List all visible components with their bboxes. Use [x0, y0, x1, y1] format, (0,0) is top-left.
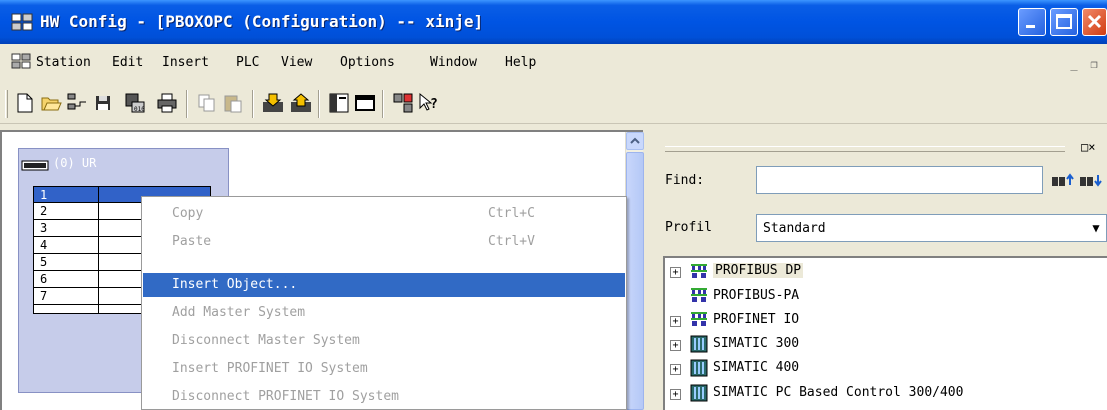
toolbar-separator	[318, 90, 320, 118]
chevron-up-icon	[630, 137, 640, 144]
catalog-tree: + PROFIBUS DP PROFIBUS-PA + PROFINET IO …	[663, 256, 1107, 410]
toolbar-grip[interactable]	[5, 90, 8, 118]
catalog-icon[interactable]	[328, 92, 350, 114]
menu-options[interactable]: Options	[340, 55, 395, 70]
simatic-icon	[690, 384, 708, 402]
svg-text:010: 010	[134, 106, 145, 113]
profil-label: Profil	[665, 220, 712, 235]
chevron-down-icon[interactable]: ▼	[1086, 215, 1106, 241]
menu-insert[interactable]: Insert	[162, 55, 209, 70]
netpro-icon[interactable]	[392, 92, 414, 114]
profibus-icon	[691, 288, 707, 302]
title-bar[interactable]: HW Config - [PBOXOPC (Configuration) -- …	[0, 0, 1107, 44]
profil-select[interactable]: Standard ▼	[756, 214, 1107, 242]
context-menu: Copy Ctrl+C Paste Ctrl+V Insert Object..…	[141, 196, 627, 410]
context-menu-disconnect-profinet-io-system[interactable]: Disconnect PROFINET IO System	[143, 385, 625, 409]
close-button[interactable]	[1082, 8, 1107, 36]
new-icon[interactable]	[14, 92, 36, 114]
context-menu-insert-profinet-io-system[interactable]: Insert PROFINET IO System	[143, 357, 625, 381]
station-vertical-scrollbar[interactable]	[625, 132, 644, 410]
menu-window[interactable]: Window	[430, 55, 477, 70]
mdi-restore-button[interactable]: ❐	[1085, 57, 1103, 73]
minimize-icon	[1026, 25, 1035, 28]
compile-icon[interactable]: 010	[124, 92, 146, 114]
menu-plc[interactable]: PLC	[236, 55, 259, 70]
context-menu-add-master-system[interactable]: Add Master System	[143, 301, 625, 325]
document-icon[interactable]	[11, 53, 31, 69]
expand-icon[interactable]: +	[670, 340, 681, 351]
save-icon[interactable]	[92, 92, 114, 114]
menu-view[interactable]: View	[281, 55, 312, 70]
toolbar-separator	[186, 90, 188, 118]
find-up-icon	[1052, 173, 1074, 186]
find-down-icon	[1080, 175, 1102, 187]
context-menu-insert-object[interactable]: Insert Object...	[143, 273, 625, 297]
svg-text:?: ?	[430, 97, 438, 112]
catalog-panel-grip[interactable]	[665, 146, 1065, 152]
simatic-icon	[690, 359, 708, 377]
maximize-button[interactable]	[1050, 8, 1078, 36]
help-icon[interactable]: ?	[418, 92, 440, 114]
copy-icon[interactable]	[196, 92, 218, 114]
close-icon	[1087, 14, 1102, 29]
tree-item-simatic-400[interactable]: SIMATIC 400	[713, 360, 799, 375]
context-menu-copy[interactable]: Copy Ctrl+C	[143, 202, 625, 226]
rack-title: (0) UR	[53, 156, 97, 170]
tree-item-profibus-pa[interactable]: PROFIBUS-PA	[713, 288, 799, 303]
find-input[interactable]	[756, 166, 1043, 194]
minimize-button[interactable]	[1018, 8, 1046, 36]
window-title: HW Config - [PBOXOPC (Configuration) -- …	[40, 12, 484, 31]
paste-icon[interactable]	[222, 92, 244, 114]
expand-icon[interactable]: +	[670, 267, 681, 278]
network-icon[interactable]	[66, 92, 88, 114]
print-icon[interactable]	[156, 92, 178, 114]
tree-item-simatic-pc-based-control[interactable]: SIMATIC PC Based Control 300/400	[713, 385, 963, 400]
expand-icon[interactable]: +	[670, 389, 681, 400]
find-buttons[interactable]	[1048, 171, 1107, 191]
scroll-up-button[interactable]	[626, 132, 644, 150]
open-icon[interactable]	[40, 92, 62, 114]
maximize-icon	[1056, 14, 1072, 29]
scroll-thumb[interactable]	[626, 152, 644, 410]
upload-icon[interactable]	[290, 92, 312, 114]
simatic-icon	[690, 335, 708, 353]
menu-station[interactable]: Station	[36, 55, 91, 70]
expand-icon[interactable]: +	[670, 316, 681, 327]
context-menu-disconnect-master-system[interactable]: Disconnect Master System	[143, 329, 625, 353]
rack-icon	[21, 160, 49, 171]
menu-bar: Station Edit Insert PLC View Options Win…	[0, 44, 1107, 84]
toolbar-separator	[252, 90, 254, 118]
context-menu-paste[interactable]: Paste Ctrl+V	[143, 230, 625, 254]
catalog-panel-buttons[interactable]: □×	[1081, 140, 1095, 154]
tree-item-profinet-io[interactable]: PROFINET IO	[713, 312, 799, 327]
menu-help[interactable]: Help	[505, 55, 536, 70]
toolbar-separator	[382, 90, 384, 118]
profinet-icon	[691, 312, 707, 326]
hw-config-app-icon	[11, 13, 33, 31]
mdi-minimize-button[interactable]: _	[1065, 57, 1083, 73]
monitor-icon[interactable]	[354, 92, 376, 114]
expand-icon[interactable]: +	[670, 364, 681, 375]
find-label: Find:	[665, 173, 705, 188]
tree-item-simatic-300[interactable]: SIMATIC 300	[713, 336, 799, 351]
menu-edit[interactable]: Edit	[112, 55, 143, 70]
download-icon[interactable]	[262, 92, 284, 114]
profibus-icon	[691, 264, 707, 278]
toolbar: 010 ?	[0, 84, 1107, 124]
tree-item-profibus-dp[interactable]: PROFIBUS DP	[713, 263, 804, 278]
